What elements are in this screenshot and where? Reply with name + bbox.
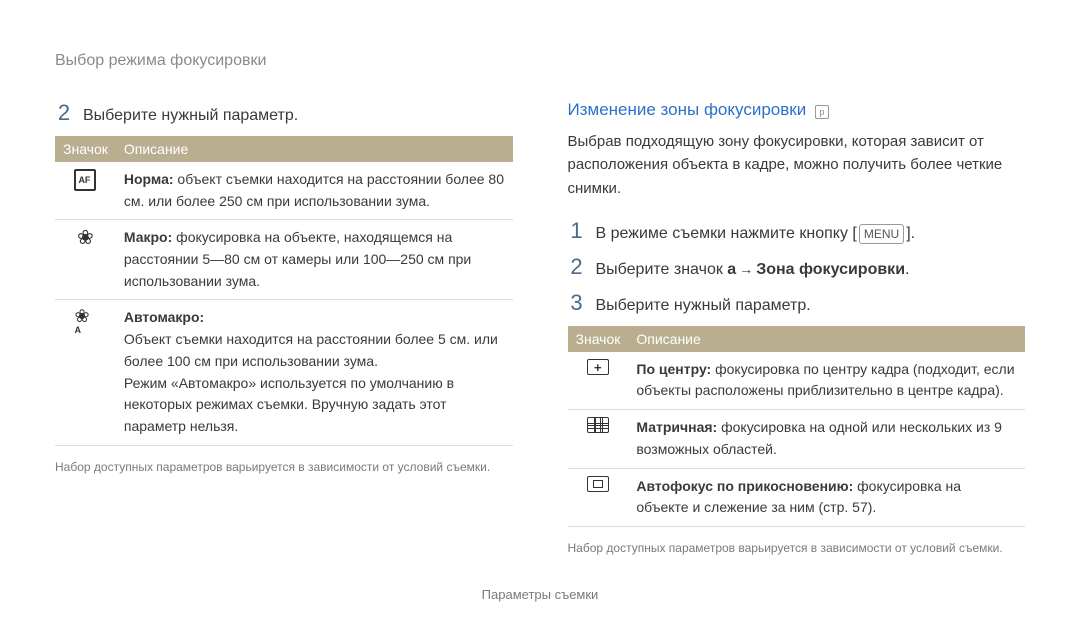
left-column: 2 Выберите нужный параметр. Значок Описа…: [55, 100, 513, 557]
step-3-right: 3 Выберите нужный параметр.: [568, 290, 1026, 318]
row-label: Норма:: [124, 171, 174, 187]
focus-mode-table: Значок Описание Норма: объект съемки нах…: [55, 136, 513, 446]
focus-area-table: Значок Описание По центру: фокусировка п…: [568, 326, 1026, 527]
step-text: Выберите нужный параметр.: [83, 104, 298, 128]
row-text: фокусировка на объекте, находящемся на р…: [124, 229, 471, 288]
cell-icon: ❀A: [55, 300, 116, 445]
th-icon: Значок: [55, 136, 116, 162]
step2-text-a: Выберите значок: [596, 261, 728, 278]
cell-icon: [568, 468, 629, 526]
cell-desc: Автомакро: Объект съемки находится на ра…: [116, 300, 513, 445]
step-number: 2: [55, 100, 73, 126]
th-desc: Описание: [628, 326, 1025, 352]
cell-icon: [568, 410, 629, 468]
mode-icon: p: [815, 105, 829, 119]
step-text: Выберите значок a→Зона фокусировки.: [596, 258, 910, 282]
section-intro: Выбрав подходящую зону фокусировки, кото…: [568, 130, 1026, 200]
automacro-icon: ❀A: [74, 307, 96, 329]
footnote: Набор доступных параметров варьируется в…: [55, 458, 513, 476]
table-row: Матричная: фокусировка на одной или неск…: [568, 410, 1026, 468]
cell-icon: ❀: [55, 220, 116, 300]
step2-text-b: Зона фокусировки: [756, 261, 905, 278]
step2-bold: a: [727, 261, 736, 278]
manual-page: Выбор режима фокусировки 2 Выберите нужн…: [0, 0, 1080, 630]
cell-desc: Автофокус по прикосновению: фокусировка …: [628, 468, 1025, 526]
table-row: По центру: фокусировка по центру кадра (…: [568, 352, 1026, 410]
cell-icon: [568, 352, 629, 410]
step-2-left: 2 Выберите нужный параметр.: [55, 100, 513, 128]
right-column: Изменение зоны фокусировки p Выбрав подх…: [568, 100, 1026, 557]
row-label: Матричная:: [636, 419, 717, 435]
section-title: Изменение зоны фокусировки p: [568, 100, 1026, 120]
step-number: 2: [568, 254, 586, 280]
th-desc: Описание: [116, 136, 513, 162]
page-footer: Параметры съемки: [0, 587, 1080, 602]
row-text: объект съемки находится на расстоянии бо…: [124, 171, 504, 209]
page-title: Выбор режима фокусировки: [55, 52, 1025, 70]
table-header-row: Значок Описание: [568, 326, 1026, 352]
cell-desc: Норма: объект съемки находится на рассто…: [116, 162, 513, 220]
table-row: ❀ Макро: фокусировка на объекте, находящ…: [55, 220, 513, 300]
table-row: ❀A Автомакро: Объект съемки находится на…: [55, 300, 513, 445]
step1-text-a: В режиме съемки нажмите кнопку [: [596, 225, 857, 242]
cell-desc: По центру: фокусировка по центру кадра (…: [628, 352, 1025, 410]
step-number: 3: [568, 290, 586, 316]
row-text-b: Режим «Автомакро» используется по умолча…: [124, 375, 454, 434]
row-label: Автомакро:: [124, 309, 204, 325]
th-icon: Значок: [568, 326, 629, 352]
row-text-a: Объект съемки находится на расстоянии бо…: [124, 331, 498, 369]
step-2-right: 2 Выберите значок a→Зона фокусировки.: [568, 254, 1026, 282]
step-text: В режиме съемки нажмите кнопку [MENU].: [596, 222, 916, 246]
center-af-icon: [587, 359, 609, 375]
af-normal-icon: [74, 169, 96, 191]
menu-key: MENU: [859, 224, 904, 244]
cell-icon: [55, 162, 116, 220]
table-row: Автофокус по прикосновению: фокусировка …: [568, 468, 1026, 526]
macro-icon: ❀: [74, 227, 96, 249]
row-label: Автофокус по прикосновению:: [636, 478, 853, 494]
cell-desc: Матричная: фокусировка на одной или неск…: [628, 410, 1025, 468]
step-1-right: 1 В режиме съемки нажмите кнопку [MENU].: [568, 218, 1026, 246]
row-label: По центру:: [636, 361, 711, 377]
table-row: Норма: объект съемки находится на рассто…: [55, 162, 513, 220]
step-text: Выберите нужный параметр.: [596, 294, 811, 318]
multi-af-icon: [587, 417, 609, 433]
section-title-text: Изменение зоны фокусировки: [568, 100, 807, 119]
tracking-af-icon: [587, 476, 609, 492]
cell-desc: Макро: фокусировка на объекте, находящем…: [116, 220, 513, 300]
footnote: Набор доступных параметров варьируется в…: [568, 539, 1026, 557]
step-number: 1: [568, 218, 586, 244]
columns: 2 Выберите нужный параметр. Значок Описа…: [55, 100, 1025, 557]
row-label: Макро:: [124, 229, 172, 245]
step1-text-b: ].: [906, 225, 915, 242]
arrow-icon: →: [736, 261, 756, 277]
table-header-row: Значок Описание: [55, 136, 513, 162]
step2-text-c: .: [905, 261, 909, 278]
